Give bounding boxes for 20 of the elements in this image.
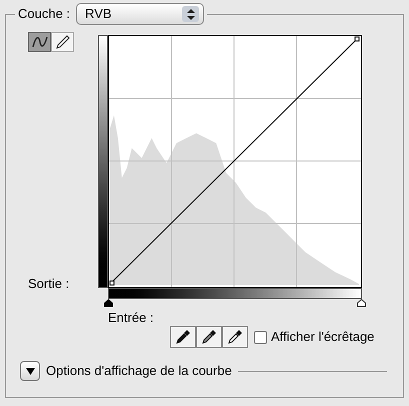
curve-graph[interactable] xyxy=(108,35,362,288)
stepper-icon xyxy=(182,6,200,22)
channel-label: Couche : xyxy=(18,5,70,24)
disclosure-triangle-icon xyxy=(26,367,34,375)
eyedropper-button[interactable] xyxy=(196,326,222,348)
tool-button[interactable] xyxy=(51,32,74,52)
eyedropper-button[interactable] xyxy=(170,326,196,348)
eyedropper-icon xyxy=(227,329,243,345)
eyedropper-icon xyxy=(201,329,217,345)
eyedropper-icon xyxy=(175,329,191,345)
input-label: Entrée : xyxy=(108,310,155,325)
pencil-icon xyxy=(54,35,70,49)
output-label: Sortie : xyxy=(28,274,70,292)
channel-select[interactable]: RVB xyxy=(76,3,204,25)
curve-icon xyxy=(32,35,48,49)
tool-button[interactable] xyxy=(28,32,51,52)
show-clipping-checkbox[interactable]: Afficher l'écrêtage xyxy=(254,327,374,347)
display-options-label: Options d'affichage de la courbe xyxy=(46,362,232,380)
eyedropper-button[interactable] xyxy=(222,326,248,348)
disclosure-button[interactable] xyxy=(20,361,40,381)
